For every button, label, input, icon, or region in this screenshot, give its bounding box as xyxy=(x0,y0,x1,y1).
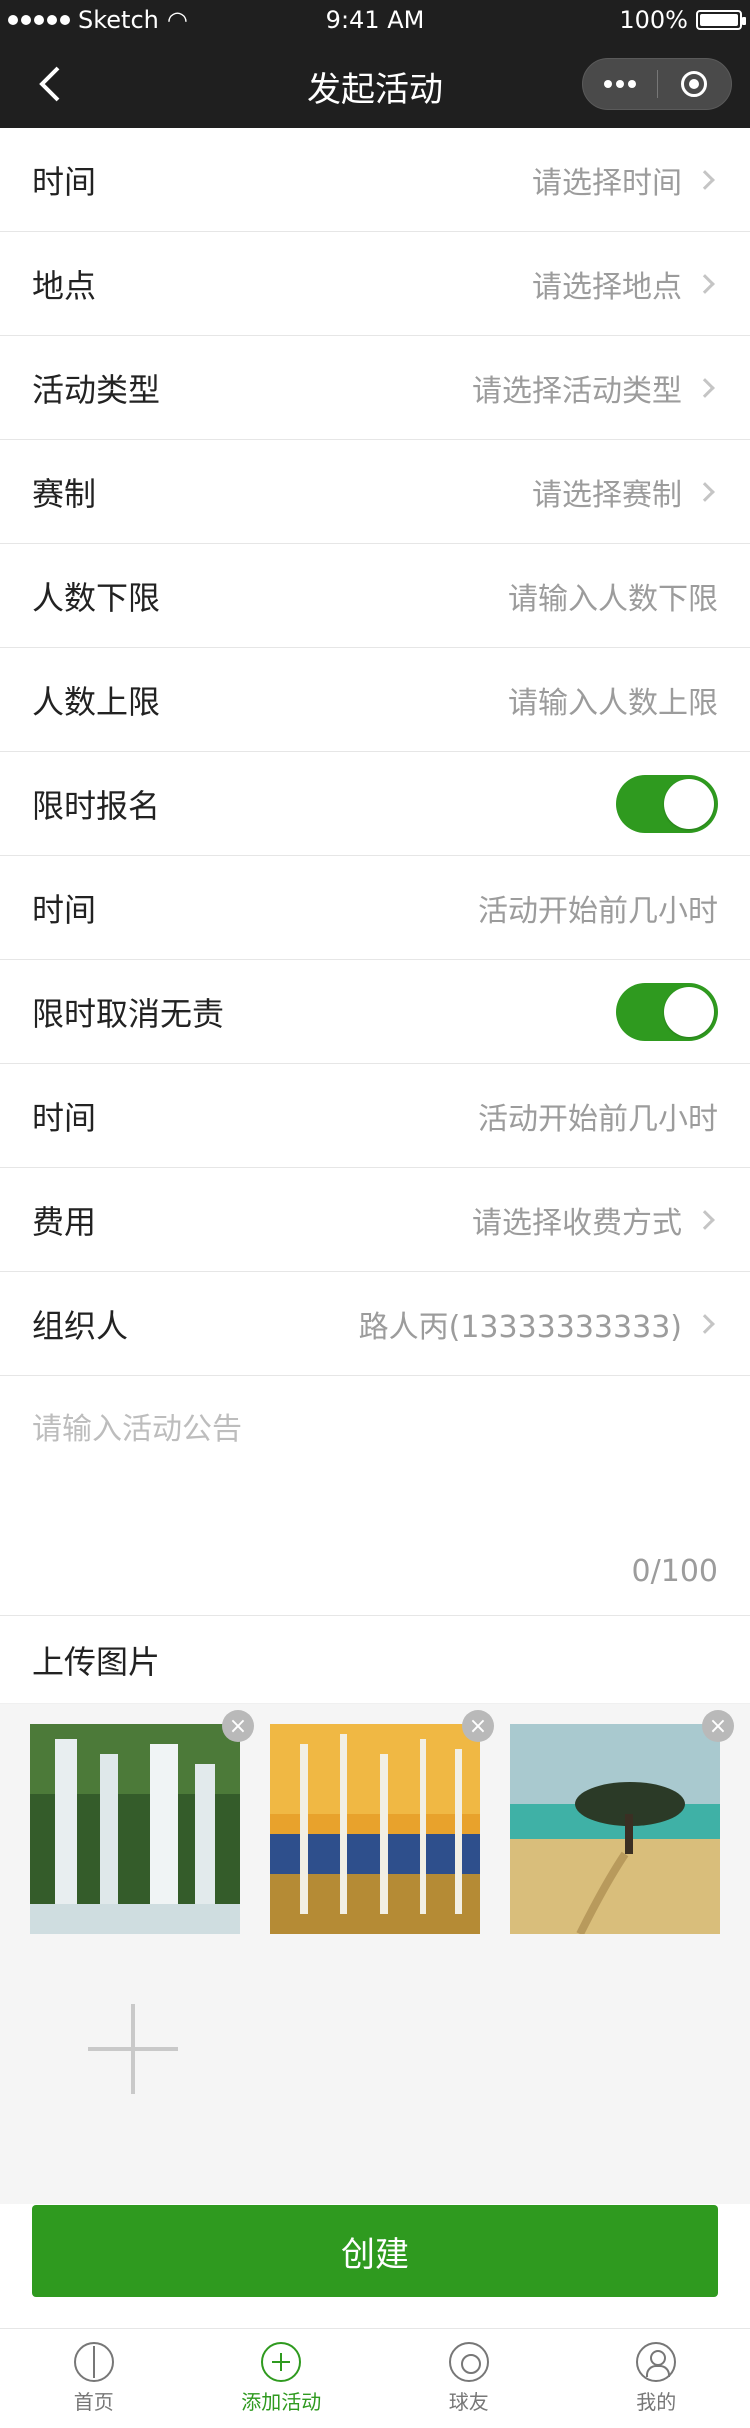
free-cancel-toggle[interactable] xyxy=(616,982,718,1041)
row-label: 限时报名 xyxy=(32,786,161,825)
row-label: 费用 xyxy=(32,1202,97,1241)
row-time[interactable]: 时间 请选择时间 xyxy=(0,128,750,232)
tab-add-activity[interactable]: 添加活动 xyxy=(188,2329,376,2428)
announcement-textarea[interactable]: 请输入活动公告 0/100 xyxy=(0,1376,750,1616)
tab-label: 球友 xyxy=(448,2390,489,2414)
row-value: 请选择赛制 xyxy=(532,477,682,513)
row-label: 人数上限 xyxy=(32,682,161,721)
chevron-right-icon xyxy=(695,1313,715,1334)
row-label: 地点 xyxy=(32,266,97,305)
row-label: 限时取消无责 xyxy=(32,994,225,1033)
tab-profile[interactable]: 我的 xyxy=(563,2329,750,2428)
row-min-people[interactable]: 人数下限 请输入人数下限 xyxy=(0,544,750,648)
waterfall-image xyxy=(30,1724,240,1934)
row-limited-signup: 限时报名 xyxy=(0,752,750,856)
min-people-input[interactable]: 请输入人数下限 xyxy=(508,574,718,618)
create-button[interactable]: 创建 xyxy=(32,2205,718,2297)
chevron-right-icon xyxy=(695,377,715,398)
more-button[interactable] xyxy=(583,59,657,109)
add-circle-icon xyxy=(261,2342,302,2382)
row-label: 时间 xyxy=(32,162,97,201)
status-bar: Sketch ◠ 9:41 AM 100% xyxy=(0,0,750,40)
row-value: 路人丙(13333333333) xyxy=(358,1309,682,1345)
max-people-input[interactable]: 请输入人数上限 xyxy=(508,678,718,722)
row-label: 活动类型 xyxy=(32,370,161,409)
cancel-hours-input[interactable]: 活动开始前几小时 xyxy=(478,1094,718,1138)
upload-images-title: 上传图片 xyxy=(0,1616,750,1704)
battery-icon xyxy=(696,10,746,30)
row-fee[interactable]: 费用 请选择收费方式 xyxy=(0,1168,750,1272)
friends-icon xyxy=(448,2342,489,2382)
uploaded-image-3[interactable]: × xyxy=(510,1710,734,1936)
row-location[interactable]: 地点 请选择地点 xyxy=(0,232,750,336)
character-count: 0/100 xyxy=(631,1554,718,1589)
add-image-button[interactable] xyxy=(88,2004,178,2094)
remove-image-icon[interactable]: × xyxy=(222,1710,254,1742)
battery-percent: 100% xyxy=(619,6,688,34)
row-max-people[interactable]: 人数上限 请输入人数上限 xyxy=(0,648,750,752)
profile-icon xyxy=(636,2342,677,2382)
tab-label: 我的 xyxy=(636,2390,677,2414)
basketball-icon xyxy=(73,2342,114,2382)
close-button[interactable] xyxy=(658,59,732,109)
tab-label: 添加活动 xyxy=(241,2390,322,2414)
chevron-right-icon xyxy=(695,481,715,502)
mini-program-capsule xyxy=(582,58,732,110)
toggle-knob xyxy=(664,778,714,829)
uploaded-image-2[interactable]: × xyxy=(270,1710,494,1934)
row-value: 请选择地点 xyxy=(532,269,682,305)
row-value: 请选择时间 xyxy=(532,165,682,201)
chevron-right-icon xyxy=(695,169,715,190)
tree-landscape-image xyxy=(510,1724,720,1936)
row-free-cancel: 限时取消无责 xyxy=(0,960,750,1064)
toggle-knob xyxy=(664,986,714,1037)
row-label: 时间 xyxy=(32,1098,97,1137)
close-target-icon xyxy=(681,71,708,97)
activity-form: 时间 请选择时间 地点 请选择地点 活动类型 请选择活动类型 赛制 请选择赛制 … xyxy=(0,128,750,2204)
row-label: 赛制 xyxy=(32,474,97,513)
image-gallery: × × × xyxy=(0,1704,750,2204)
signup-hours-input[interactable]: 活动开始前几小时 xyxy=(478,886,718,930)
row-value: 请选择活动类型 xyxy=(472,373,682,409)
row-signup-hours[interactable]: 时间 活动开始前几小时 xyxy=(0,856,750,960)
remove-image-icon[interactable]: × xyxy=(702,1710,734,1742)
row-label: 时间 xyxy=(32,890,97,929)
row-label: 组织人 xyxy=(32,1306,129,1345)
tab-home[interactable]: 首页 xyxy=(0,2329,188,2428)
battery-area: 100% xyxy=(619,6,746,34)
row-value: 请选择收费方式 xyxy=(472,1205,682,1241)
announcement-placeholder: 请输入活动公告 xyxy=(32,1412,242,1447)
tab-label: 首页 xyxy=(73,2390,114,2414)
row-activity-type[interactable]: 活动类型 请选择活动类型 xyxy=(0,336,750,440)
chevron-right-icon xyxy=(695,1209,715,1230)
uploaded-image-1[interactable]: × xyxy=(30,1710,254,1934)
limited-signup-toggle[interactable] xyxy=(616,774,718,833)
tab-bar: 首页 添加活动 球友 我的 xyxy=(0,2328,750,2428)
navigation-bar: 发起活动 xyxy=(0,40,750,128)
remove-image-icon[interactable]: × xyxy=(462,1710,494,1742)
row-label: 人数下限 xyxy=(32,578,161,617)
autumn-trees-image xyxy=(270,1724,480,1934)
chevron-right-icon xyxy=(695,273,715,294)
tab-friends[interactable]: 球友 xyxy=(375,2329,563,2428)
row-cancel-hours[interactable]: 时间 活动开始前几小时 xyxy=(0,1064,750,1168)
row-format[interactable]: 赛制 请选择赛制 xyxy=(0,440,750,544)
row-organizer[interactable]: 组织人 路人丙(13333333333) xyxy=(0,1272,750,1376)
